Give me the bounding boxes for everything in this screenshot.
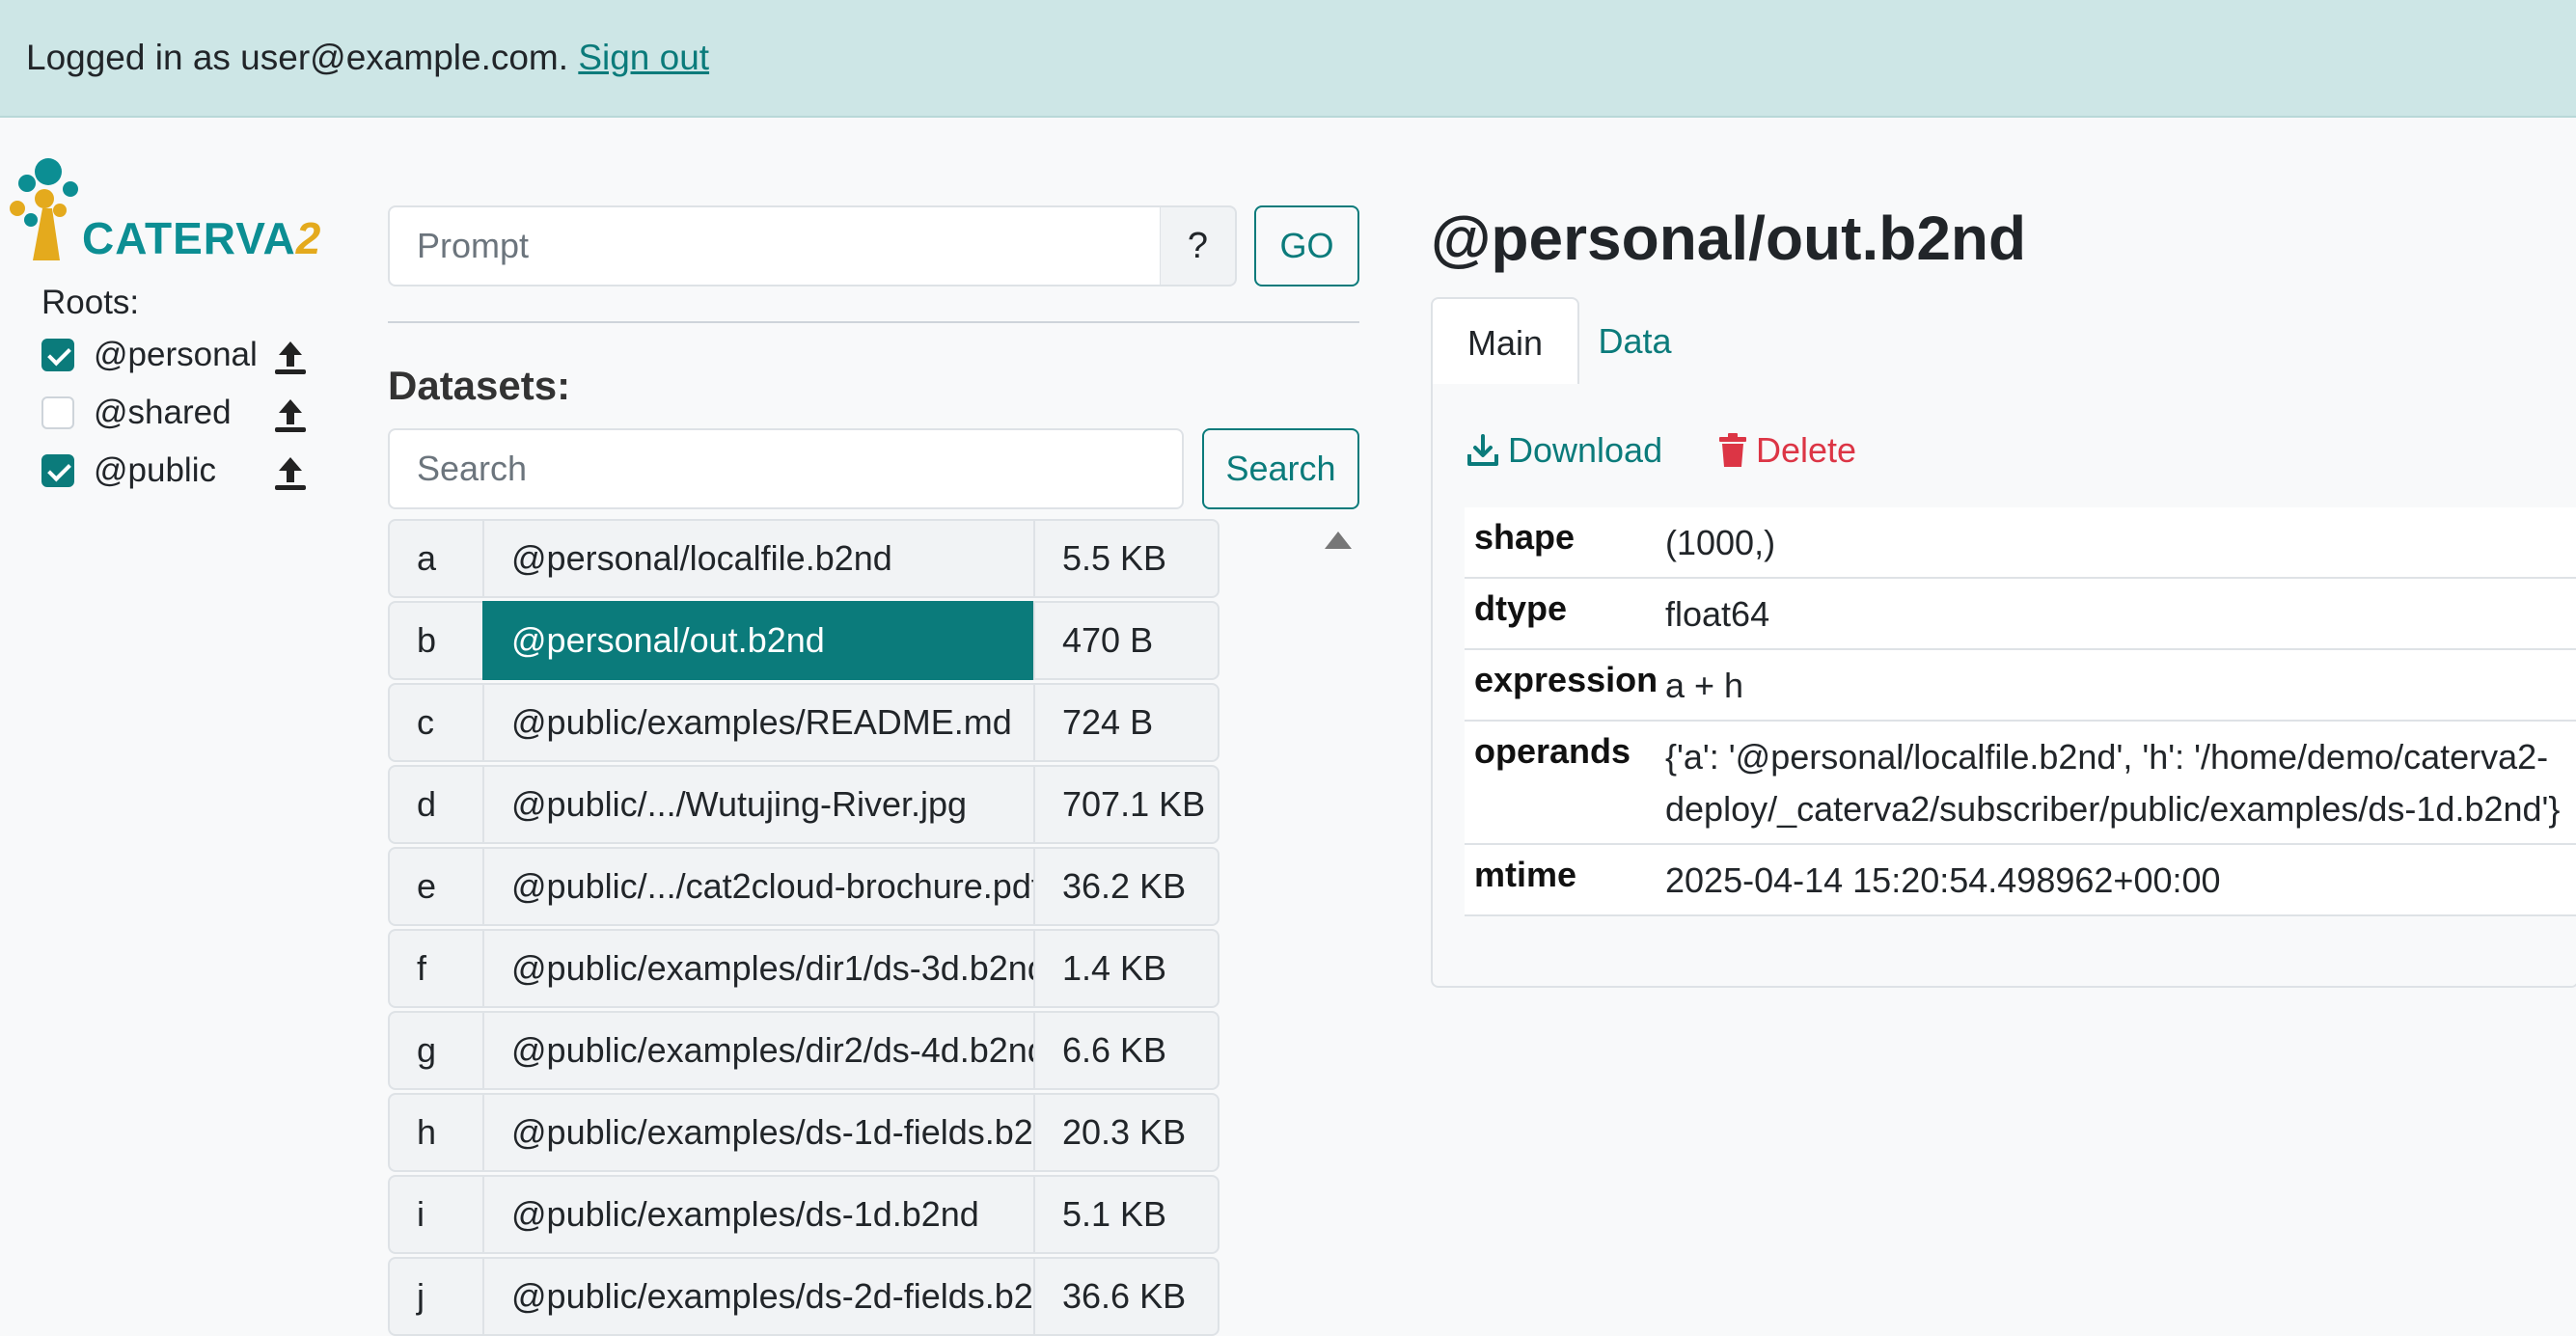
dataset-path[interactable]: @public/examples/ds-2d-fields.b2nd: [482, 1257, 1035, 1336]
dataset-path[interactable]: @public/examples/ds-1d-fields.b2nd: [482, 1093, 1035, 1172]
divider: [388, 321, 1359, 323]
go-button[interactable]: GO: [1254, 205, 1359, 286]
dataset-size: 5.5 KB: [1033, 519, 1219, 598]
upload-icon[interactable]: [271, 453, 310, 492]
trash-icon: [1719, 433, 1746, 467]
metadata-value: float64: [1665, 594, 1770, 634]
dataset-path[interactable]: @personal/out.b2nd: [482, 601, 1035, 680]
scroll-up-arrow-icon[interactable]: [1325, 532, 1352, 549]
root-label-shared[interactable]: @shared: [94, 392, 232, 434]
dataset-row[interactable]: c @public/examples/README.md 724 B: [388, 683, 1316, 762]
logo-wordmark: CATERVA2: [82, 213, 322, 263]
detail-tabs: Main Data: [1431, 297, 2576, 388]
metadata-value-line1: {'a': '@personal/localfile.b2nd', 'h': '…: [1665, 737, 2549, 777]
datasets-title: Datasets:: [388, 363, 571, 408]
caterva2-logo[interactable]: CATERVA2: [6, 152, 329, 268]
tab-data[interactable]: Data: [1579, 297, 1690, 386]
root-label-personal[interactable]: @personal: [94, 334, 258, 376]
metadata-value: a + h: [1665, 666, 1744, 705]
root-label-public[interactable]: @public: [94, 450, 216, 492]
dataset-size: 724 B: [1033, 683, 1219, 762]
dataset-size: 1.4 KB: [1033, 929, 1219, 1008]
prompt-help-button[interactable]: ?: [1160, 205, 1237, 286]
metadata-key: dtype: [1474, 588, 1568, 628]
dataset-row[interactable]: h @public/examples/ds-1d-fields.b2nd 20.…: [388, 1093, 1316, 1172]
download-label: Download: [1508, 430, 1663, 470]
dataset-path[interactable]: @public/examples/ds-1d.b2nd: [482, 1175, 1035, 1254]
sign-out-link[interactable]: Sign out: [578, 38, 709, 77]
root-checkbox-public[interactable]: [41, 454, 74, 487]
metadata-row-mtime: mtime 2025-04-14 15:20:54.498962+00:00: [1465, 845, 2576, 916]
dataset-size: 470 B: [1033, 601, 1219, 680]
logo-tree-icon: [10, 158, 78, 260]
dataset-row[interactable]: d @public/.../Wutujing-River.jpg 707.1 K…: [388, 765, 1316, 844]
metadata-value: 2025-04-14 15:20:54.498962+00:00: [1665, 860, 2221, 900]
login-status-text: Logged in as user@example.com.: [26, 38, 569, 77]
root-item-public: @public: [41, 450, 306, 492]
dataset-search-button[interactable]: Search: [1202, 428, 1359, 509]
dataset-path[interactable]: @personal/localfile.b2nd: [482, 519, 1035, 598]
delete-label: Delete: [1756, 430, 1857, 470]
dataset-size: 707.1 KB: [1033, 765, 1219, 844]
dataset-size: 36.6 KB: [1033, 1257, 1219, 1336]
dataset-search-input[interactable]: Search: [388, 428, 1184, 509]
dataset-size: 6.6 KB: [1033, 1011, 1219, 1090]
metadata-key: operands: [1474, 731, 1631, 771]
dataset-key: c: [388, 683, 484, 762]
metadata-row-expression: expression a + h: [1465, 650, 2576, 722]
root-item-personal: @personal: [41, 334, 306, 376]
upload-icon[interactable]: [271, 338, 310, 376]
metadata-value-line2: deploy/_caterva2/subscriber/public/examp…: [1665, 789, 2561, 829]
dataset-row[interactable]: e @public/.../cat2cloud-brochure.pdf 36.…: [388, 847, 1316, 926]
metadata-row-shape: shape (1000,): [1465, 507, 2576, 579]
roots-label: Roots:: [41, 284, 140, 321]
dataset-row[interactable]: g @public/examples/dir2/ds-4d.b2nd 6.6 K…: [388, 1011, 1316, 1090]
dataset-key: i: [388, 1175, 484, 1254]
root-checkbox-personal[interactable]: [41, 339, 74, 371]
dataset-key: b: [388, 601, 484, 680]
metadata-row-dtype: dtype float64: [1465, 579, 2576, 650]
download-button[interactable]: Download: [1466, 427, 1662, 474]
dataset-key: g: [388, 1011, 484, 1090]
tab-main[interactable]: Main: [1431, 297, 1579, 388]
dataset-key: j: [388, 1257, 484, 1336]
dataset-row[interactable]: i @public/examples/ds-1d.b2nd 5.1 KB: [388, 1175, 1316, 1254]
login-status: Logged in as user@example.com. Sign out: [26, 35, 709, 81]
root-checkbox-shared[interactable]: [41, 396, 74, 429]
dataset-size: 5.1 KB: [1033, 1175, 1219, 1254]
metadata-key: shape: [1474, 517, 1576, 557]
dataset-size: 36.2 KB: [1033, 847, 1219, 926]
dataset-row[interactable]: f @public/examples/dir1/ds-3d.b2nd 1.4 K…: [388, 929, 1316, 1008]
dataset-path[interactable]: @public/examples/dir1/ds-3d.b2nd: [482, 929, 1035, 1008]
upload-icon[interactable]: [271, 395, 310, 434]
download-icon: [1467, 434, 1498, 466]
dataset-key: d: [388, 765, 484, 844]
metadata-key: mtime: [1474, 855, 1577, 894]
metadata-row-operands: operands {'a': '@personal/localfile.b2nd…: [1465, 722, 2576, 845]
dataset-row-active[interactable]: b @personal/out.b2nd 470 B: [388, 601, 1316, 680]
metadata-key: expression: [1474, 660, 1658, 699]
delete-button[interactable]: Delete: [1717, 427, 1856, 474]
metadata-value: (1000,): [1665, 523, 1776, 562]
dataset-path[interactable]: @public/examples/README.md: [482, 683, 1035, 762]
dataset-key: e: [388, 847, 484, 926]
prompt-group: Prompt ?: [388, 205, 1237, 286]
dataset-key: a: [388, 519, 484, 598]
dataset-row[interactable]: j @public/examples/ds-2d-fields.b2nd 36.…: [388, 1257, 1316, 1336]
top-bar: Logged in as user@example.com. Sign out: [0, 0, 2576, 118]
dataset-title: @personal/out.b2nd: [1431, 204, 2027, 273]
dataset-key: h: [388, 1093, 484, 1172]
dataset-row[interactable]: a @personal/localfile.b2nd 5.5 KB: [388, 519, 1316, 598]
root-item-shared: @shared: [41, 392, 306, 434]
dataset-path[interactable]: @public/.../cat2cloud-brochure.pdf: [482, 847, 1035, 926]
dataset-size: 20.3 KB: [1033, 1093, 1219, 1172]
prompt-input[interactable]: Prompt: [388, 205, 1162, 286]
dataset-path[interactable]: @public/examples/dir2/ds-4d.b2nd: [482, 1011, 1035, 1090]
dataset-key: f: [388, 929, 484, 1008]
dataset-path[interactable]: @public/.../Wutujing-River.jpg: [482, 765, 1035, 844]
